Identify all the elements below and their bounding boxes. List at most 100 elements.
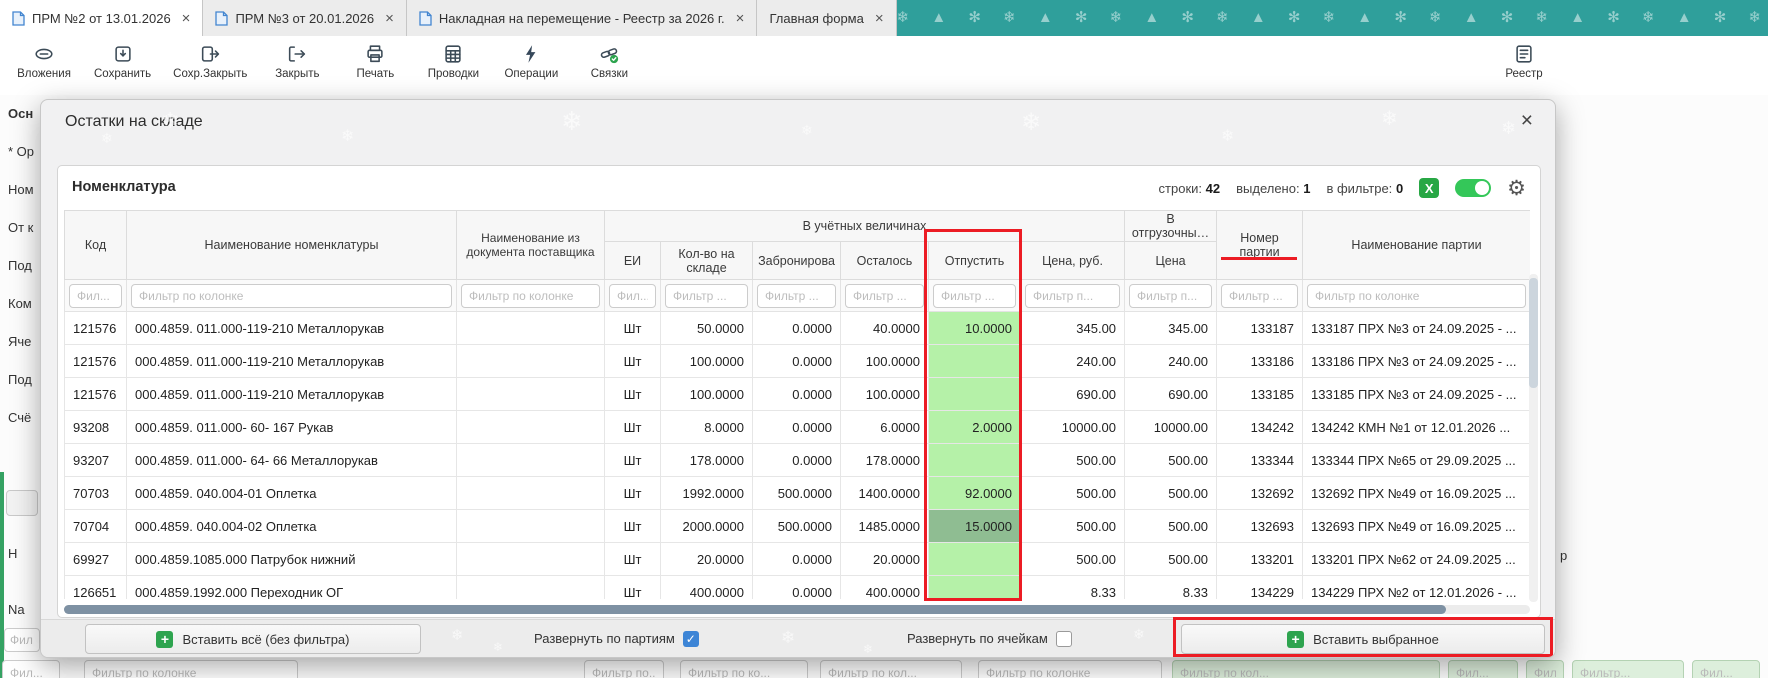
cell-name[interactable]: 000.4859. 011.000- 64- 66 Металлорукав [127, 444, 457, 477]
toolbar-save-button[interactable]: Сохранить [94, 43, 151, 80]
cell-ship_price[interactable]: 240.00 [1125, 345, 1217, 378]
cell-qty[interactable]: 100.0000 [661, 378, 753, 411]
cell-supplier[interactable] [457, 477, 605, 510]
vertical-scrollbar[interactable] [1529, 274, 1538, 602]
col-header-batch_no[interactable]: Номер партии [1217, 211, 1303, 280]
cell-unit[interactable]: Шт [605, 444, 661, 477]
tab-4[interactable]: Главная форма× [757, 0, 896, 36]
cell-reserved[interactable]: 500.0000 [753, 510, 841, 543]
cell-ship_price[interactable]: 500.00 [1125, 477, 1217, 510]
filter-unit-input[interactable] [609, 284, 656, 308]
tab-2[interactable]: ПРМ №3 от 20.01.2026× [203, 0, 406, 36]
toolbar-operations-button[interactable]: Операции [503, 43, 559, 80]
col-header-supplier[interactable]: Наименование из документа поставщика [457, 211, 605, 280]
cell-supplier[interactable] [457, 312, 605, 345]
cell-batch_no[interactable]: 133186 [1217, 345, 1303, 378]
table-row[interactable]: 69927000.4859.1085.000 Патрубок нижнийШт… [65, 543, 1531, 576]
cell-code[interactable]: 121576 [65, 312, 127, 345]
cell-name[interactable]: 000.4859. 040.004-02 Оплетка [127, 510, 457, 543]
table-row[interactable]: 126651000.4859.1992.000 Переходник ОГШт4… [65, 576, 1531, 600]
cell-unit[interactable]: Шт [605, 378, 661, 411]
background-filter-input[interactable] [1448, 660, 1518, 678]
cell-qty[interactable]: 100.0000 [661, 345, 753, 378]
cell-price[interactable]: 345.00 [1021, 312, 1125, 345]
background-filter-input[interactable] [1572, 660, 1684, 678]
background-filter-input[interactable] [820, 660, 962, 678]
col-header-name[interactable]: Наименование номенклатуры [127, 211, 457, 280]
cell-reserved[interactable]: 0.0000 [753, 312, 841, 345]
cell-ship_price[interactable]: 345.00 [1125, 312, 1217, 345]
toolbar-attachments-button[interactable]: Вложения [16, 43, 72, 80]
cell-name[interactable]: 000.4859. 011.000-119-210 Металлорукав [127, 345, 457, 378]
expand-batches-checkbox[interactable]: Развернуть по партиям ✓ [534, 631, 699, 647]
background-filter-input[interactable] [2, 660, 60, 678]
cell-batch_name[interactable]: 133187 ПРХ №3 от 24.09.2025 - ... [1303, 312, 1530, 345]
cell-reserved[interactable]: 0.0000 [753, 411, 841, 444]
cell-qty[interactable]: 178.0000 [661, 444, 753, 477]
cell-code[interactable]: 121576 [65, 378, 127, 411]
cell-release[interactable] [929, 444, 1021, 477]
filter-release-input[interactable] [933, 284, 1016, 308]
cell-name[interactable]: 000.4859. 040.004-01 Оплетка [127, 477, 457, 510]
cell-release[interactable]: 2.0000 [929, 411, 1021, 444]
tab-close-icon[interactable]: × [736, 11, 745, 26]
cell-left[interactable]: 100.0000 [841, 378, 929, 411]
cell-qty[interactable]: 20.0000 [661, 543, 753, 576]
cell-ship_price[interactable]: 500.00 [1125, 444, 1217, 477]
cell-name[interactable]: 000.4859. 011.000- 60- 167 Рукав [127, 411, 457, 444]
cell-supplier[interactable] [457, 510, 605, 543]
cell-ship_price[interactable]: 8.33 [1125, 576, 1217, 600]
cell-batch_no[interactable]: 134229 [1217, 576, 1303, 600]
filter-code-input[interactable] [69, 284, 122, 308]
filter-left-input[interactable] [845, 284, 924, 308]
cell-unit[interactable]: Шт [605, 576, 661, 600]
cell-release[interactable]: 10.0000 [929, 312, 1021, 345]
cell-release[interactable]: 92.0000 [929, 477, 1021, 510]
toggle-switch[interactable] [1455, 179, 1491, 197]
cell-batch_no[interactable]: 133201 [1217, 543, 1303, 576]
col-header-release[interactable]: Отпустить [929, 242, 1021, 280]
cell-batch_no[interactable]: 133185 [1217, 378, 1303, 411]
cell-price[interactable]: 500.00 [1021, 510, 1125, 543]
cell-code[interactable]: 93208 [65, 411, 127, 444]
col-header-batch_name[interactable]: Наименование партии [1303, 211, 1530, 280]
cell-left[interactable]: 6.0000 [841, 411, 929, 444]
cell-code[interactable]: 70703 [65, 477, 127, 510]
filter-batch_name-input[interactable] [1307, 284, 1526, 308]
toolbar-links-button[interactable]: Связки [581, 43, 637, 80]
cell-left[interactable]: 400.0000 [841, 576, 929, 600]
cell-supplier[interactable] [457, 576, 605, 600]
dialog-close-button[interactable]: × [1521, 110, 1533, 131]
cell-price[interactable]: 240.00 [1021, 345, 1125, 378]
col-header-unit[interactable]: ЕИ [605, 242, 661, 280]
excel-export-icon[interactable]: X [1419, 178, 1439, 198]
cell-unit[interactable]: Шт [605, 510, 661, 543]
filter-ship_price-input[interactable] [1129, 284, 1212, 308]
cell-reserved[interactable]: 0.0000 [753, 378, 841, 411]
table-row[interactable]: 121576000.4859. 011.000-119-210 Металлор… [65, 312, 1531, 345]
background-filter-input[interactable] [584, 660, 664, 678]
cell-batch_name[interactable]: 133186 ПРХ №3 от 24.09.2025 - ... [1303, 345, 1530, 378]
background-filter-input[interactable] [1172, 660, 1440, 678]
insert-all-button[interactable]: + Вставить всё (без фильтра) [85, 624, 421, 654]
col-header-left[interactable]: Осталось [841, 242, 929, 280]
cell-unit[interactable]: Шт [605, 543, 661, 576]
table-row[interactable]: 121576000.4859. 011.000-119-210 Металлор… [65, 378, 1531, 411]
cell-left[interactable]: 178.0000 [841, 444, 929, 477]
background-filter-input[interactable] [978, 660, 1162, 678]
cell-unit[interactable]: Шт [605, 312, 661, 345]
cell-batch_no[interactable]: 132692 [1217, 477, 1303, 510]
table-row[interactable]: 121576000.4859. 011.000-119-210 Металлор… [65, 345, 1531, 378]
cell-code[interactable]: 70704 [65, 510, 127, 543]
tab-3[interactable]: Накладная на перемещение - Реестр за 202… [407, 0, 758, 36]
cell-release[interactable] [929, 543, 1021, 576]
toolbar-postings-button[interactable]: Проводки [425, 43, 481, 80]
cell-reserved[interactable]: 0.0000 [753, 444, 841, 477]
toolbar-clipped-button[interactable]: О [1748, 43, 1768, 80]
background-filter-input[interactable] [1526, 660, 1564, 678]
cell-code[interactable]: 93207 [65, 444, 127, 477]
toolbar-registry-button[interactable]: Реестр [1496, 43, 1552, 80]
col-header-reserved[interactable]: Забронирова [753, 242, 841, 280]
cell-code[interactable]: 69927 [65, 543, 127, 576]
col-header-code[interactable]: Код [65, 211, 127, 280]
